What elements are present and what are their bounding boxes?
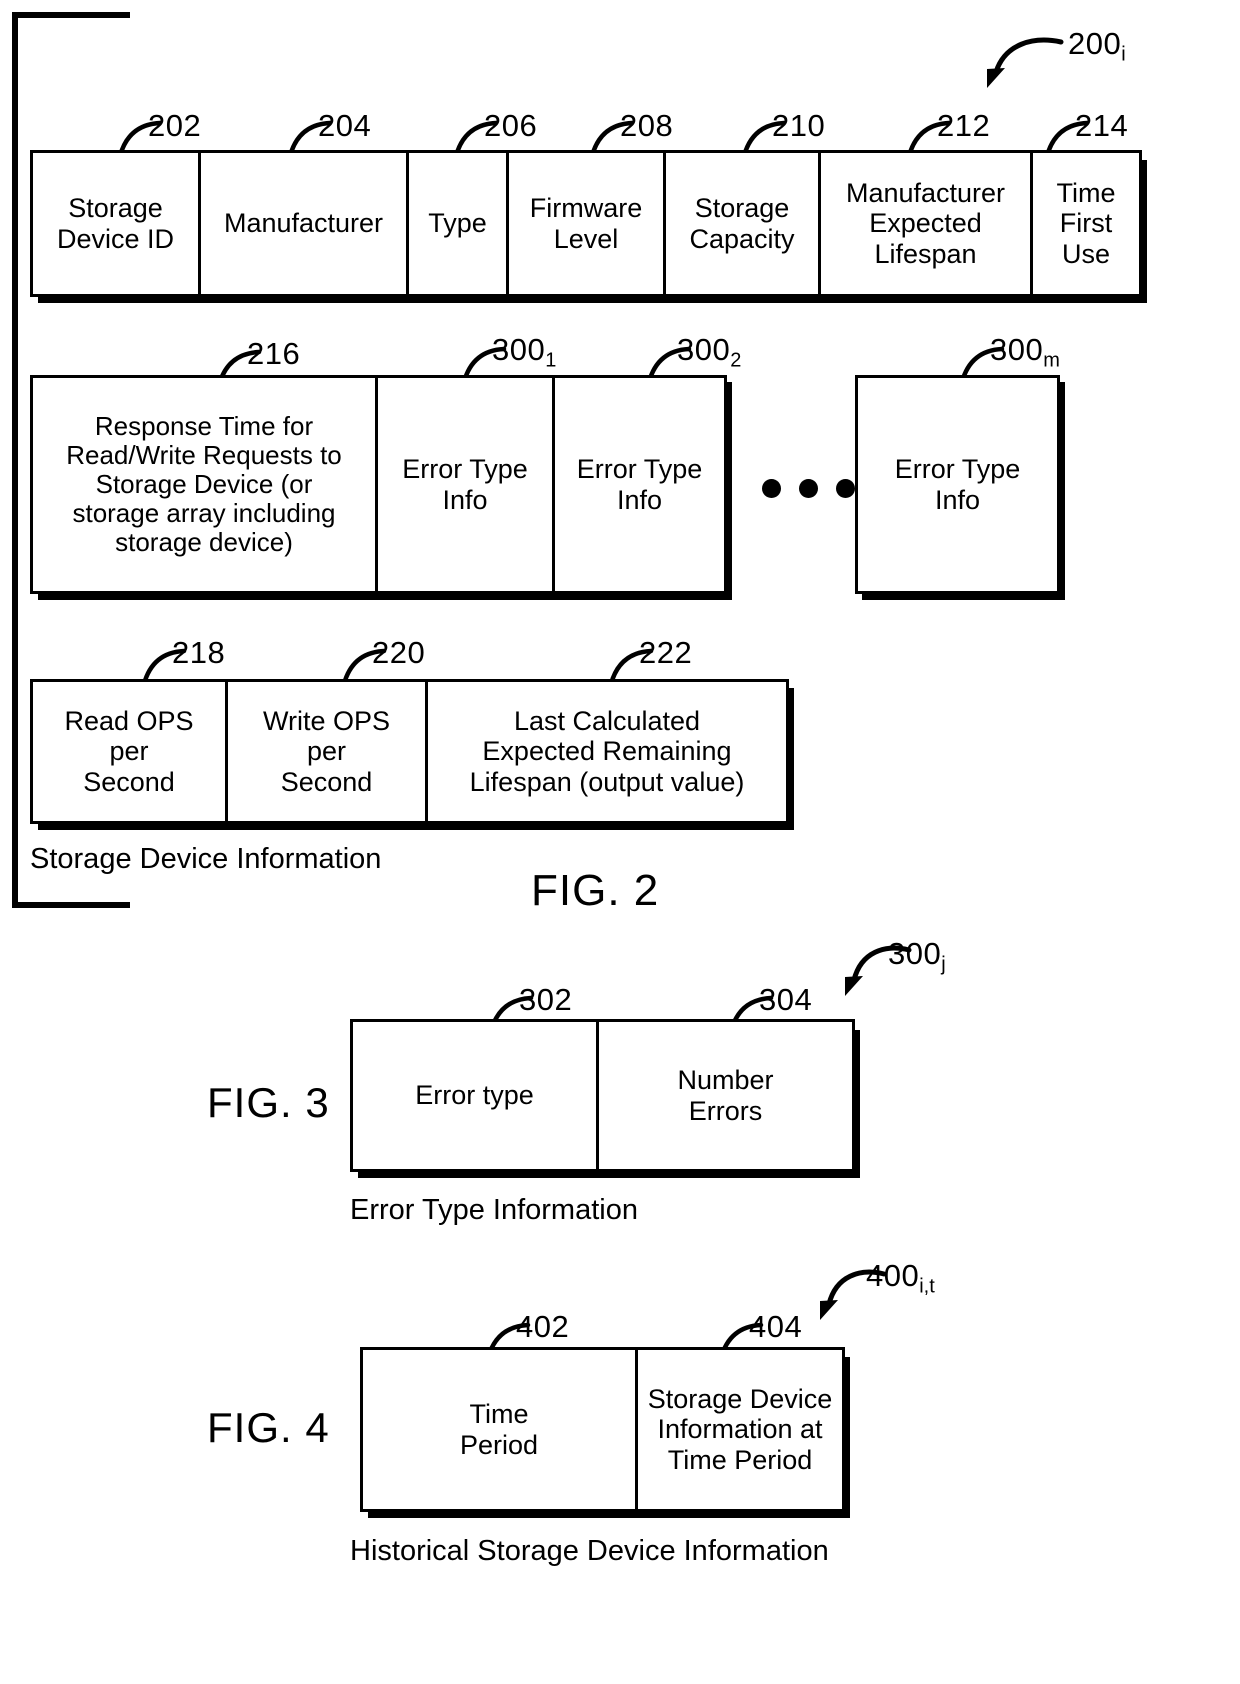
field-time-first-use-label: Time First Use bbox=[1056, 178, 1116, 269]
field-time-first-use[interactable]: Time First Use bbox=[1030, 150, 1142, 297]
callout-202-num: 202 bbox=[148, 108, 202, 143]
callout-212: 212 bbox=[937, 108, 990, 144]
callout-206-num: 206 bbox=[484, 108, 538, 143]
field-firmware-level[interactable]: Firmware Level bbox=[506, 150, 663, 297]
field-storage-device-id[interactable]: Storage Device ID bbox=[30, 150, 198, 297]
field-error-type-label: Error type bbox=[415, 1080, 534, 1111]
field-storage-capacity-label: Storage Capacity bbox=[689, 193, 795, 254]
callout-402: 402 bbox=[516, 1309, 569, 1345]
field-number-errors-label: Number Errors bbox=[677, 1065, 774, 1126]
group-callout-arrow bbox=[987, 37, 1064, 88]
callout-206: 206 bbox=[484, 108, 537, 144]
callout-202: 202 bbox=[148, 108, 201, 144]
callout-214-num: 214 bbox=[1075, 108, 1129, 143]
field-storage-device-id-label: Storage Device ID bbox=[56, 193, 175, 254]
callout-214: 214 bbox=[1075, 108, 1128, 144]
callout-404: 404 bbox=[749, 1309, 802, 1345]
field-time-period[interactable]: Time Period bbox=[360, 1347, 635, 1512]
patent-figure-sheet: 200i 202 204 206 208 210 212 214 Storage… bbox=[0, 0, 1240, 1684]
ellipsis-dots bbox=[762, 479, 855, 498]
callout-400it-sub: i,t bbox=[919, 1275, 935, 1298]
callout-220: 220 bbox=[372, 635, 425, 671]
callout-222-num: 222 bbox=[639, 635, 693, 670]
field-storage-device-info-at-time-period-label: Storage Device Information at Time Period bbox=[647, 1384, 833, 1475]
callout-300-2-num: 300 bbox=[677, 332, 731, 367]
figure4-caption: Historical Storage Device Information bbox=[350, 1535, 829, 1567]
callout-218: 218 bbox=[172, 635, 225, 671]
field-last-calculated-lifespan-label: Last Calculated Expected Remaining Lifespa… bbox=[469, 706, 745, 797]
callout-300-1: 3001 bbox=[492, 332, 556, 373]
callout-210: 210 bbox=[772, 108, 825, 144]
callout-400it-num: 400 bbox=[866, 1258, 920, 1293]
callout-208-num: 208 bbox=[620, 108, 674, 143]
callout-300-1-num: 300 bbox=[492, 332, 546, 367]
field-error-type-info-2-label: Error Type Info bbox=[576, 454, 703, 515]
callout-210-num: 210 bbox=[772, 108, 826, 143]
field-number-errors[interactable]: Number Errors bbox=[596, 1019, 855, 1172]
ellipsis-dot bbox=[836, 479, 855, 498]
figure3-caption: Error Type Information bbox=[350, 1194, 638, 1226]
figure2-caption: Storage Device Information bbox=[30, 843, 382, 875]
callout-300j: 300j bbox=[888, 936, 946, 977]
field-error-type-info-2[interactable]: Error Type Info bbox=[552, 375, 727, 594]
callout-200i: 200i bbox=[1068, 26, 1126, 67]
field-manufacturer-expected-lifespan-label: Manufacturer Expected Lifespan bbox=[845, 178, 1006, 269]
group-bracket-bottom-stub bbox=[12, 902, 130, 908]
field-read-ops-per-second[interactable]: Read OPS per Second bbox=[30, 679, 225, 824]
field-error-type-info-1-label: Error Type Info bbox=[402, 454, 528, 515]
field-manufacturer-expected-lifespan[interactable]: Manufacturer Expected Lifespan bbox=[818, 150, 1030, 297]
callout-200i-sub: i bbox=[1121, 43, 1126, 66]
field-type-label: Type bbox=[428, 208, 487, 239]
field-manufacturer-label: Manufacturer bbox=[223, 208, 384, 239]
callout-212-num: 212 bbox=[937, 108, 991, 143]
field-type[interactable]: Type bbox=[406, 150, 506, 297]
field-read-ops-per-second-label: Read OPS per Second bbox=[64, 706, 194, 797]
group-bracket-top-stub bbox=[12, 12, 130, 18]
callout-400it: 400i,t bbox=[866, 1258, 935, 1299]
callout-402-num: 402 bbox=[516, 1309, 570, 1344]
callout-204: 204 bbox=[318, 108, 371, 144]
field-error-type-info-m[interactable]: Error Type Info bbox=[855, 375, 1060, 594]
callout-302: 302 bbox=[519, 982, 572, 1018]
callout-222: 222 bbox=[639, 635, 692, 671]
callout-200i-num: 200 bbox=[1068, 26, 1122, 61]
callout-208: 208 bbox=[620, 108, 673, 144]
callout-218-num: 218 bbox=[172, 635, 226, 670]
figure3-label: FIG. 3 bbox=[207, 1079, 330, 1126]
field-error-type-info-m-label: Error Type Info bbox=[894, 454, 1021, 515]
callout-220-num: 220 bbox=[372, 635, 426, 670]
callout-300-m: 300m bbox=[990, 332, 1060, 373]
field-error-type-info-1[interactable]: Error Type Info bbox=[375, 375, 552, 594]
callout-300-2-sub: 2 bbox=[730, 349, 742, 372]
group-bracket-vertical bbox=[12, 12, 18, 908]
callout-300-1-sub: 1 bbox=[545, 349, 557, 372]
callout-300j-sub: j bbox=[941, 953, 946, 976]
callout-304-num: 304 bbox=[759, 982, 813, 1017]
field-time-period-label: Time Period bbox=[459, 1399, 539, 1460]
callout-302-num: 302 bbox=[519, 982, 573, 1017]
field-write-ops-per-second[interactable]: Write OPS per Second bbox=[225, 679, 425, 824]
figure4-label: FIG. 4 bbox=[207, 1404, 330, 1451]
field-response-time[interactable]: Response Time for Read/Write Requests to S… bbox=[30, 375, 375, 594]
field-firmware-level-label: Firmware Level bbox=[529, 193, 643, 254]
ellipsis-dot bbox=[762, 479, 781, 498]
callout-300-m-num: 300 bbox=[990, 332, 1044, 367]
callout-300-2: 3002 bbox=[677, 332, 741, 373]
callout-216: 216 bbox=[247, 336, 300, 372]
callout-216-num: 216 bbox=[247, 336, 301, 371]
field-write-ops-per-second-label: Write OPS per Second bbox=[262, 706, 391, 797]
callout-404-num: 404 bbox=[749, 1309, 803, 1344]
field-manufacturer[interactable]: Manufacturer bbox=[198, 150, 406, 297]
callout-304: 304 bbox=[759, 982, 812, 1018]
field-response-time-label: Response Time for Read/Write Requests to S… bbox=[66, 410, 342, 558]
ellipsis-dot bbox=[799, 479, 818, 498]
callout-300-m-sub: m bbox=[1043, 349, 1060, 372]
callout-204-num: 204 bbox=[318, 108, 372, 143]
figure2-label: FIG. 2 bbox=[531, 866, 660, 915]
callout-300j-num: 300 bbox=[888, 936, 942, 971]
field-error-type[interactable]: Error type bbox=[350, 1019, 596, 1172]
field-storage-capacity[interactable]: Storage Capacity bbox=[663, 150, 818, 297]
field-last-calculated-lifespan[interactable]: Last Calculated Expected Remaining Lifespa… bbox=[425, 679, 789, 824]
field-storage-device-info-at-time-period[interactable]: Storage Device Information at Time Period bbox=[635, 1347, 845, 1512]
